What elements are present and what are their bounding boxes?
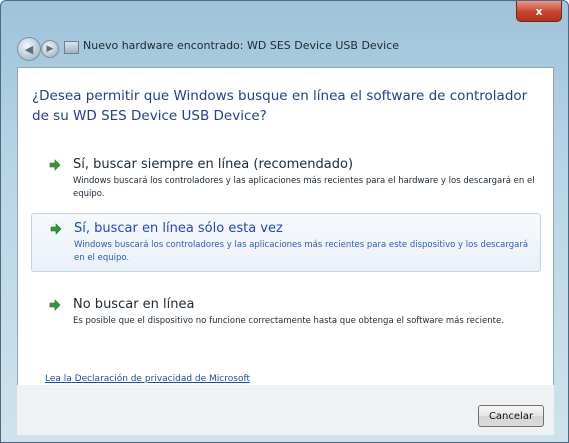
back-arrow-icon: ◀ xyxy=(24,42,34,56)
forward-arrow-icon: ▶ xyxy=(46,44,54,54)
green-arrow-icon xyxy=(49,299,61,311)
dialog-footer: Cancelar xyxy=(17,385,554,435)
close-icon: x xyxy=(535,4,543,18)
cancel-button[interactable]: Cancelar xyxy=(478,405,544,427)
option-description: Windows buscará los controladores y las … xyxy=(74,240,529,263)
green-arrow-icon xyxy=(50,223,62,235)
option-title: Sí, buscar en línea sólo esta vez xyxy=(74,221,283,236)
close-button[interactable]: x xyxy=(516,1,562,22)
option-description: Es posible que el dispositivo no funcion… xyxy=(73,316,504,326)
option-description: Windows buscará los controladores y las … xyxy=(73,176,535,199)
option-title: Sí, buscar siempre en línea (recomendado… xyxy=(73,157,354,172)
privacy-statement-link[interactable]: Lea la Declaración de privacidad de Micr… xyxy=(45,374,250,384)
question-heading: ¿Desea permitir que Windows busque en lí… xyxy=(32,88,528,124)
hardware-device-icon xyxy=(64,41,79,54)
option-search-online-once[interactable]: Sí, buscar en línea sólo esta vez Window… xyxy=(31,213,541,272)
dialog-content: ¿Desea permitir que Windows busque en lí… xyxy=(17,67,554,386)
window-title: Nuevo hardware encontrado: WD SES Device… xyxy=(83,39,400,52)
new-hardware-dialog: ◀ ▶ Nuevo hardware encontrado: WD SES De… xyxy=(0,0,569,443)
green-arrow-icon xyxy=(49,159,61,171)
title-bar: ◀ ▶ Nuevo hardware encontrado: WD SES De… xyxy=(1,1,568,63)
option-title: No buscar en línea xyxy=(73,297,195,312)
option-always-search-online[interactable]: Sí, buscar siempre en línea (recomendado… xyxy=(31,150,541,207)
option-do-not-search-online[interactable]: No buscar en línea Es posible que el dis… xyxy=(31,290,541,334)
forward-button[interactable]: ▶ xyxy=(41,40,59,58)
back-button[interactable]: ◀ xyxy=(17,37,41,61)
